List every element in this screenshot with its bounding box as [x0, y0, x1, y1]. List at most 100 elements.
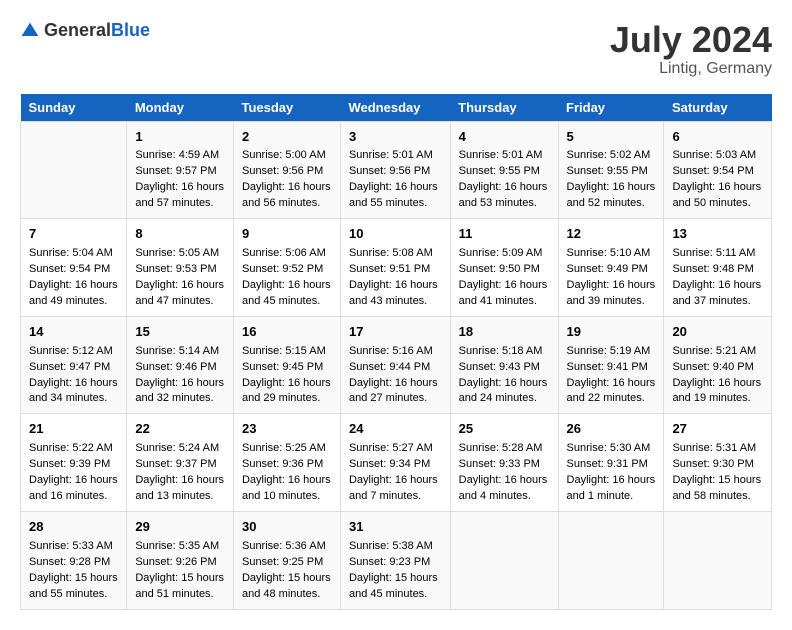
day-info: Daylight: 16 hours and 34 minutes.: [29, 376, 118, 408]
day-number: 10: [349, 225, 442, 244]
column-header-sunday: Sunday: [21, 94, 127, 122]
day-number: 27: [672, 420, 763, 439]
day-cell: 21Sunrise: 5:22 AMSunset: 9:39 PMDayligh…: [21, 414, 127, 512]
column-header-thursday: Thursday: [450, 94, 558, 122]
day-info: Sunrise: 5:04 AM: [29, 246, 118, 262]
day-number: 23: [242, 420, 332, 439]
day-cell: 20Sunrise: 5:21 AMSunset: 9:40 PMDayligh…: [664, 316, 772, 414]
day-info: Sunset: 9:31 PM: [567, 457, 656, 473]
day-info: Sunset: 9:57 PM: [135, 164, 225, 180]
day-info: Sunset: 9:55 PM: [567, 164, 656, 180]
day-info: Sunset: 9:53 PM: [135, 262, 225, 278]
logo: GeneralBlue: [20, 20, 150, 41]
day-info: Sunset: 9:41 PM: [567, 360, 656, 376]
column-header-saturday: Saturday: [664, 94, 772, 122]
day-cell: 26Sunrise: 5:30 AMSunset: 9:31 PMDayligh…: [558, 414, 664, 512]
day-info: Sunrise: 5:01 AM: [459, 148, 550, 164]
day-info: Sunset: 9:23 PM: [349, 555, 442, 571]
day-cell: 6Sunrise: 5:03 AMSunset: 9:54 PMDaylight…: [664, 121, 772, 219]
day-info: Sunrise: 5:05 AM: [135, 246, 225, 262]
day-cell: 11 Sunrise: 5:09 AMSunset: 9:50 PMDayligh…: [450, 219, 558, 317]
day-cell: 1Sunrise: 4:59 AMSunset: 9:57 PMDaylight…: [127, 121, 234, 219]
day-info: Sunrise: 5:25 AM: [242, 441, 332, 457]
day-cell: 28Sunrise: 5:33 AMSunset: 9:28 PMDayligh…: [21, 511, 127, 609]
location: Lintig, Germany: [610, 60, 772, 78]
day-info: Daylight: 16 hours and 16 minutes.: [29, 473, 118, 505]
day-info: Sunset: 9:44 PM: [349, 360, 442, 376]
day-info: Daylight: 16 hours and 50 minutes.: [672, 180, 763, 212]
day-info: Daylight: 16 hours and 39 minutes.: [567, 278, 656, 310]
day-info: Sunrise: 5:14 AM: [135, 344, 225, 360]
week-row-4: 21Sunrise: 5:22 AMSunset: 9:39 PMDayligh…: [21, 414, 772, 512]
day-info: Sunset: 9:50 PM: [459, 262, 550, 278]
day-cell: 10Sunrise: 5:08 AMSunset: 9:51 PMDayligh…: [340, 219, 450, 317]
day-info: Sunset: 9:26 PM: [135, 555, 225, 571]
day-cell: 22Sunrise: 5:24 AMSunset: 9:37 PMDayligh…: [127, 414, 234, 512]
day-number: 2: [242, 128, 332, 147]
day-info: Sunset: 9:40 PM: [672, 360, 763, 376]
day-info: Sunrise: 5:33 AM: [29, 539, 118, 555]
day-number: 5: [567, 128, 656, 147]
day-info: Sunset: 9:43 PM: [459, 360, 550, 376]
day-info: Sunset: 9:36 PM: [242, 457, 332, 473]
day-number: 13: [672, 225, 763, 244]
day-info: Sunset: 9:46 PM: [135, 360, 225, 376]
day-cell: 19Sunrise: 5:19 AMSunset: 9:41 PMDayligh…: [558, 316, 664, 414]
day-info: Sunrise: 5:03 AM: [672, 148, 763, 164]
day-info: Sunrise: 5:22 AM: [29, 441, 118, 457]
day-number: 6: [672, 128, 763, 147]
day-info: Daylight: 16 hours and 27 minutes.: [349, 376, 442, 408]
day-number: 20: [672, 323, 763, 342]
day-info: Daylight: 16 hours and 49 minutes.: [29, 278, 118, 310]
day-info: Sunset: 9:54 PM: [29, 262, 118, 278]
day-number: 11: [459, 225, 550, 244]
day-number: 14: [29, 323, 118, 342]
day-info: Daylight: 16 hours and 4 minutes.: [459, 473, 550, 505]
day-info: Sunset: 9:28 PM: [29, 555, 118, 571]
day-info: Daylight: 16 hours and 56 minutes.: [242, 180, 332, 212]
title-section: July 2024 Lintig, Germany: [610, 20, 772, 78]
day-info: Daylight: 16 hours and 41 minutes.: [459, 278, 550, 310]
day-number: 22: [135, 420, 225, 439]
day-info: Sunset: 9:51 PM: [349, 262, 442, 278]
day-info: Sunrise: 5:09 AM: [459, 246, 550, 262]
day-info: Sunset: 9:52 PM: [242, 262, 332, 278]
day-number: 19: [567, 323, 656, 342]
column-header-tuesday: Tuesday: [233, 94, 340, 122]
day-cell: 2Sunrise: 5:00 AMSunset: 9:56 PMDaylight…: [233, 121, 340, 219]
day-number: 31: [349, 518, 442, 537]
day-info: Daylight: 16 hours and 13 minutes.: [135, 473, 225, 505]
day-info: Sunrise: 5:01 AM: [349, 148, 442, 164]
day-info: Daylight: 16 hours and 19 minutes.: [672, 376, 763, 408]
day-info: Sunset: 9:37 PM: [135, 457, 225, 473]
day-number: 8: [135, 225, 225, 244]
column-header-monday: Monday: [127, 94, 234, 122]
day-info: Sunrise: 5:19 AM: [567, 344, 656, 360]
day-cell: 12Sunrise: 5:10 AMSunset: 9:49 PMDayligh…: [558, 219, 664, 317]
day-number: 26: [567, 420, 656, 439]
day-cell: 23Sunrise: 5:25 AMSunset: 9:36 PMDayligh…: [233, 414, 340, 512]
day-cell: 5Sunrise: 5:02 AMSunset: 9:55 PMDaylight…: [558, 121, 664, 219]
day-info: Sunset: 9:45 PM: [242, 360, 332, 376]
week-row-2: 7Sunrise: 5:04 AMSunset: 9:54 PMDaylight…: [21, 219, 772, 317]
day-cell: 17Sunrise: 5:16 AMSunset: 9:44 PMDayligh…: [340, 316, 450, 414]
day-number: 16: [242, 323, 332, 342]
day-number: 7: [29, 225, 118, 244]
day-info: Daylight: 16 hours and 47 minutes.: [135, 278, 225, 310]
day-number: 4: [459, 128, 550, 147]
day-cell: 24Sunrise: 5:27 AMSunset: 9:34 PMDayligh…: [340, 414, 450, 512]
day-info: Sunrise: 4:59 AM: [135, 148, 225, 164]
day-info: Sunset: 9:39 PM: [29, 457, 118, 473]
day-info: Daylight: 16 hours and 32 minutes.: [135, 376, 225, 408]
week-row-3: 14Sunrise: 5:12 AMSunset: 9:47 PMDayligh…: [21, 316, 772, 414]
day-cell: 14Sunrise: 5:12 AMSunset: 9:47 PMDayligh…: [21, 316, 127, 414]
day-info: Sunrise: 5:00 AM: [242, 148, 332, 164]
day-number: 25: [459, 420, 550, 439]
day-info: Daylight: 16 hours and 43 minutes.: [349, 278, 442, 310]
day-info: Daylight: 16 hours and 57 minutes.: [135, 180, 225, 212]
day-info: Daylight: 16 hours and 52 minutes.: [567, 180, 656, 212]
day-info: Daylight: 16 hours and 7 minutes.: [349, 473, 442, 505]
page-header: GeneralBlue July 2024 Lintig, Germany: [20, 20, 772, 78]
day-info: Sunset: 9:47 PM: [29, 360, 118, 376]
day-info: Daylight: 15 hours and 45 minutes.: [349, 571, 442, 603]
